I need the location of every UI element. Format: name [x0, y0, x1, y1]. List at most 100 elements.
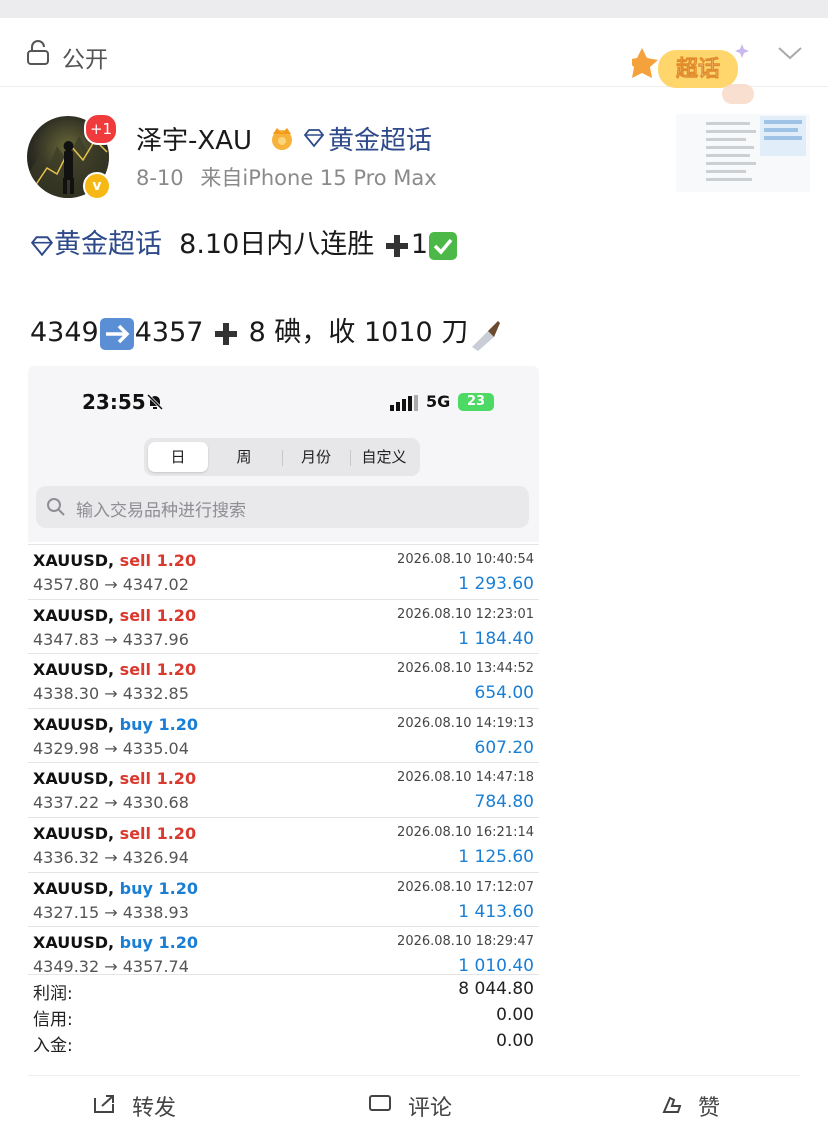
exit-price: 4357	[134, 317, 204, 348]
trade-lots: 1.20	[156, 551, 197, 570]
trade-symbol: XAUUSD, buy 1.20	[33, 933, 199, 953]
summary-row: 利润: 8 044.80	[28, 975, 539, 1004]
diamond-icon	[30, 235, 54, 256]
trade-time: 2026.08.10 13:44:52	[397, 661, 534, 677]
trade-prices: 4347.83 → 4337.96	[33, 629, 189, 649]
hashtag-link[interactable]: 黄金超话	[54, 229, 162, 260]
trade-symbol: XAUUSD, sell 1.20	[33, 551, 197, 570]
post-action-bar: 转发 评论 赞	[28, 1075, 800, 1121]
search-placeholder: 输入交易品种进行搜索	[76, 501, 246, 521]
sticker-text: 超话	[676, 57, 720, 82]
search-input[interactable]: 输入交易品种进行搜索	[36, 486, 529, 528]
summary-row: 信用: 0.00	[28, 1001, 539, 1030]
tab-month[interactable]: 月份	[284, 442, 348, 472]
trade-profit: 1 413.60	[458, 901, 534, 922]
post-text-line2: 4349 4357 8 碘，收 1010 刀	[30, 310, 502, 351]
trade-prices: 4329.98 → 4335.04	[33, 738, 189, 758]
tab-custom[interactable]: 自定义	[352, 442, 416, 472]
trade-prices: 4338.30 → 4332.85	[33, 684, 189, 704]
visibility-label[interactable]: 公开	[62, 40, 108, 74]
plus-icon	[215, 322, 238, 345]
trade-profit: 654.00	[474, 683, 534, 704]
trade-side: sell	[119, 660, 152, 680]
trade-profit: 784.80	[474, 792, 534, 813]
plus-icon	[385, 234, 408, 257]
trade-lots: 1.20	[158, 878, 199, 898]
entry-price: 4349	[30, 317, 99, 348]
table-row[interactable]: XAUUSD, sell 1.20 4338.30 → 4332.85 2026…	[28, 653, 539, 708]
top-edge-band	[0, 0, 828, 18]
trade-prices: 4337.22 → 4330.68	[33, 793, 189, 813]
summary-value: 0.00	[496, 1005, 534, 1025]
share-button[interactable]: 转发	[132, 1090, 176, 1122]
chevron-down-icon[interactable]	[776, 44, 804, 62]
trade-side: sell	[119, 551, 152, 570]
trade-profit: 1 125.60	[458, 846, 534, 867]
comment-button[interactable]: 评论	[408, 1090, 452, 1122]
table-row[interactable]: XAUUSD, sell 1.20 4337.22 → 4330.68 2026…	[28, 762, 539, 817]
tab-divider	[350, 450, 351, 466]
right-arrow-icon	[99, 317, 134, 350]
like-button[interactable]: 赞	[698, 1090, 720, 1122]
table-row[interactable]: XAUUSD, buy 1.20 4329.98 → 4335.04 2026.…	[28, 707, 539, 763]
trade-side: buy	[119, 878, 153, 898]
super-topic-sticker[interactable]: 超话	[632, 40, 762, 110]
table-row[interactable]: XAUUSD, buy 1.20 4327.15 → 4338.93 2026.…	[28, 871, 539, 927]
knife-icon	[472, 320, 501, 351]
trade-time: 2026.08.10 10:40:54	[397, 552, 534, 567]
share-icon	[94, 1095, 114, 1113]
trade-profit: 607.20	[474, 737, 534, 758]
trade-lots: 1.20	[156, 823, 197, 843]
trade-lots: 1.20	[156, 769, 197, 789]
table-row[interactable]: XAUUSD, sell 1.20 4357.80 → 4347.02 2026…	[28, 544, 539, 599]
table-row[interactable]: XAUUSD, sell 1.20 4347.83 → 4337.96 2026…	[28, 598, 539, 654]
trade-time: 2026.08.10 18:29:47	[397, 934, 534, 950]
trade-symbol: XAUUSD, sell 1.20	[33, 769, 197, 789]
verified-badge: v	[83, 172, 111, 200]
trade-time: 2026.08.10 14:47:18	[397, 770, 534, 786]
trade-history-screenshot[interactable]: 23:55 5G 23 日 周 月份 自定义 输入交易品种进行搜索 XAUUSD…	[28, 366, 539, 1056]
trade-time: 2026.08.10 16:21:14	[397, 824, 534, 840]
trade-time: 2026.08.10 12:23:01	[397, 606, 534, 622]
post-result-text: 8 碘，收 1010 刀	[248, 317, 469, 348]
image-thumbnail[interactable]	[676, 114, 810, 192]
trade-prices: 4336.32 → 4326.94	[33, 847, 189, 867]
status-clock: 23:55	[82, 390, 146, 414]
network-label: 5G	[426, 392, 451, 411]
post-headline-suffix: 1	[410, 229, 429, 260]
table-row[interactable]: XAUUSD, buy 1.20 4349.32 → 4357.74 2026.…	[28, 926, 539, 981]
post-date: 8-10	[136, 166, 184, 190]
trade-profit: 1 293.60	[458, 574, 534, 594]
trade-side: buy	[119, 933, 153, 953]
summary-value: 0.00	[496, 1031, 534, 1051]
crown-icon	[272, 128, 292, 150]
battery-icon: 23	[458, 393, 494, 411]
post-meta: 8-10 来自iPhone 15 Pro Max	[136, 162, 447, 192]
trade-time: 2026.08.10 14:19:13	[397, 715, 534, 731]
author-name[interactable]: 泽宇-XAU	[136, 120, 252, 157]
post-header-bar: 公开 超话	[0, 18, 828, 104]
summary-label: 入金:	[33, 1036, 73, 1056]
trade-side: sell	[119, 605, 152, 625]
topic-link[interactable]: 黄金超话	[328, 120, 432, 157]
trade-side: sell	[119, 823, 152, 843]
trade-lots: 1.20	[156, 660, 197, 680]
summary-row: 入金: 0.00	[28, 1027, 539, 1056]
screenshot-header: 23:55 5G 23 日 周 月份 自定义 输入交易品种进行搜索	[28, 366, 539, 542]
bell-slash-icon	[146, 393, 164, 411]
trade-symbol: XAUUSD, sell 1.20	[33, 660, 197, 680]
summary-value: 8 044.80	[458, 979, 534, 999]
period-selector: 日 周 月份 自定义	[144, 438, 420, 476]
tab-week[interactable]: 周	[212, 442, 276, 472]
comment-icon	[369, 1095, 391, 1111]
post-text-line1: 黄金超话 8.10日内八连胜 1	[30, 222, 458, 261]
tab-divider	[282, 450, 283, 466]
post-headline: 8.10日内八连胜	[179, 229, 375, 260]
table-row[interactable]: XAUUSD, sell 1.20 4336.32 → 4326.94 2026…	[28, 816, 539, 872]
trade-time: 2026.08.10 17:12:07	[397, 879, 534, 895]
tab-day[interactable]: 日	[148, 442, 208, 472]
account-summary: 利润: 8 044.80 信用: 0.00 入金: 0.00	[28, 974, 539, 1056]
trade-symbol: XAUUSD, buy 1.20	[33, 714, 199, 734]
trade-lots: 1.20	[156, 605, 197, 625]
trade-lots: 1.20	[158, 933, 199, 953]
